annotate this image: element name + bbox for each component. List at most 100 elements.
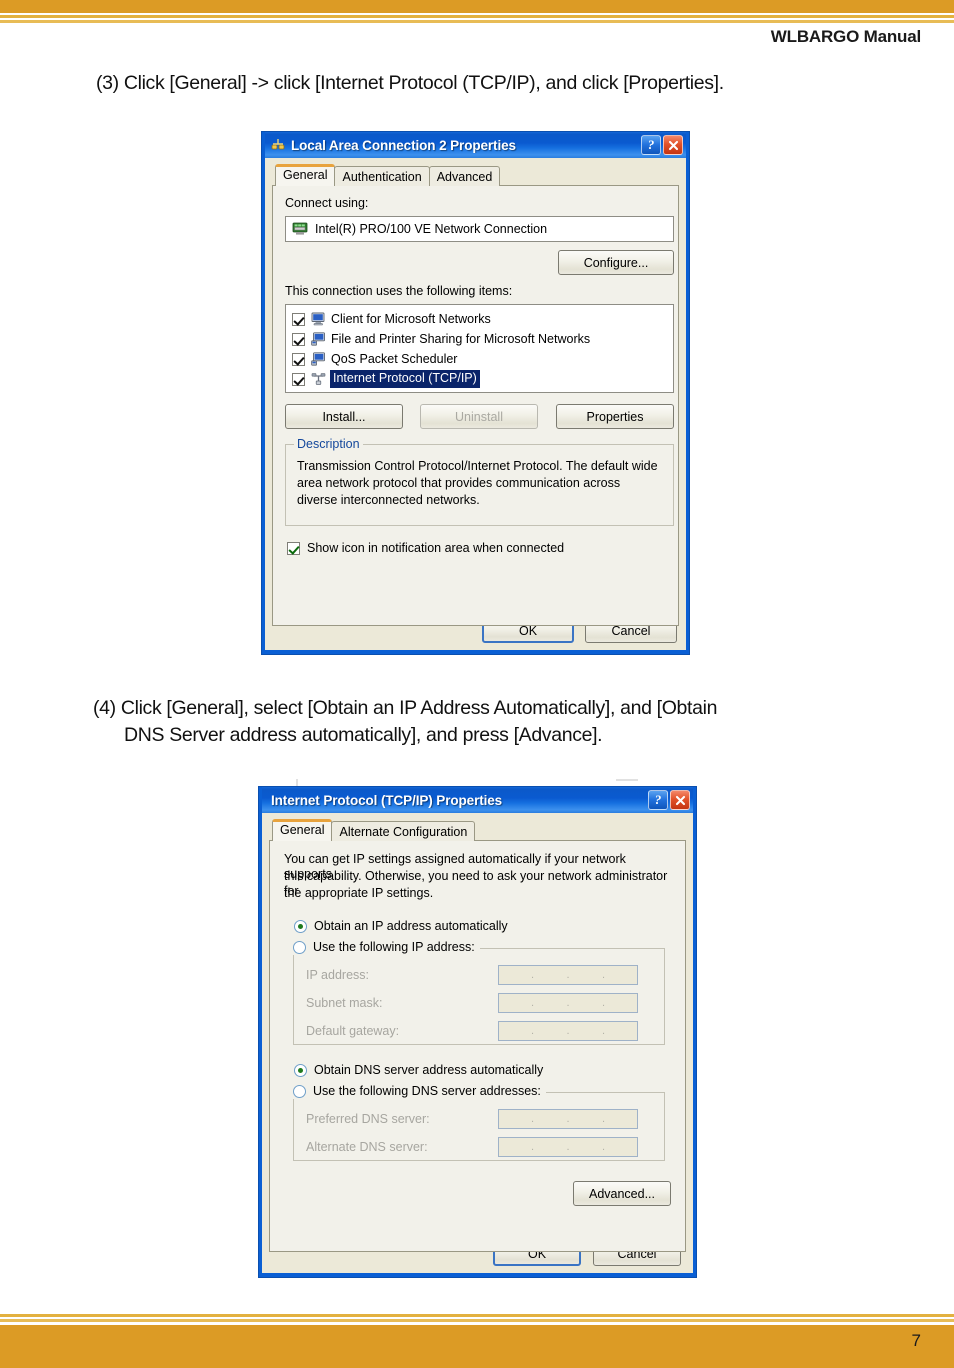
dialog-tcpip-title-buttons: ?	[648, 790, 690, 810]
dialog-internet-protocol-properties: Internet Protocol (TCP/IP) Properties ? …	[258, 786, 697, 1278]
list-item[interactable]: File and Printer Sharing for Microsoft N…	[289, 329, 670, 349]
ip-dot: .	[601, 1113, 606, 1125]
list-item[interactable]: Client for Microsoft Networks	[289, 309, 670, 329]
items-label: This connection uses the following items…	[285, 284, 513, 298]
advanced-button[interactable]: Advanced...	[573, 1181, 671, 1206]
radio-use-following-ip-row[interactable]: Use the following IP address:	[293, 940, 480, 955]
help-icon[interactable]: ?	[641, 135, 661, 155]
default-gateway-label: Default gateway:	[306, 1024, 400, 1038]
radio-obtain-ip-automatically[interactable]	[294, 920, 307, 933]
dialog-lac-general-panel: Connect using: Intel(R) PRO/100 VE Netwo…	[272, 185, 679, 626]
checkbox-qos-packet-scheduler[interactable]	[292, 352, 305, 366]
alternate-dns-label: Alternate DNS server:	[306, 1140, 428, 1154]
client-network-icon	[311, 312, 326, 326]
header-orange-band	[0, 0, 954, 13]
list-item-label: File and Printer Sharing for Microsoft N…	[331, 331, 591, 346]
list-item-label: Internet Protocol (TCP/IP)	[330, 370, 480, 388]
configure-button[interactable]: Configure...	[558, 250, 674, 275]
close-icon[interactable]	[670, 790, 690, 810]
install-button[interactable]: Install...	[285, 404, 403, 429]
footer-rule-lower	[0, 1319, 954, 1322]
radio-obtain-ip-automatically-row[interactable]: Obtain an IP address automatically	[294, 919, 508, 934]
dialog-tcpip-body: General Alternate Configuration You can …	[262, 813, 693, 1273]
subnet-mask-input: . . .	[498, 993, 638, 1013]
list-item-label: Client for Microsoft Networks	[331, 311, 491, 326]
radio-obtain-dns-automatically-row[interactable]: Obtain DNS server address automatically	[294, 1063, 543, 1078]
description-title: Description	[294, 437, 363, 451]
page-header-title: WLBARGO Manual	[770, 27, 921, 46]
preferred-dns-label: Preferred DNS server:	[306, 1112, 430, 1126]
ip-dot: .	[601, 1141, 606, 1153]
uninstall-button: Uninstall	[420, 404, 538, 429]
dialog-tcpip-tabstrip: General Alternate Configuration	[269, 819, 686, 841]
checkbox-file-and-printer-sharing[interactable]	[292, 332, 305, 346]
qos-scheduler-icon	[311, 352, 326, 366]
page-number: 7	[911, 1331, 921, 1350]
adapter-name: Intel(R) PRO/100 VE Network Connection	[315, 221, 548, 236]
ip-address-label: IP address:	[306, 968, 370, 982]
tab-general[interactable]: General	[275, 164, 336, 186]
tab-alternate-configuration[interactable]: Alternate Configuration	[331, 821, 476, 841]
footer-orange-band	[0, 1325, 954, 1368]
tab-general[interactable]: General	[272, 819, 333, 841]
header-rule-upper	[0, 15, 954, 18]
ip-dot: .	[566, 997, 570, 1009]
ip-dot: .	[566, 1113, 570, 1125]
ip-dot: .	[601, 997, 606, 1009]
protocol-icon	[311, 372, 326, 386]
list-item-selected[interactable]: Internet Protocol (TCP/IP)	[289, 369, 670, 389]
ip-dot: .	[566, 1025, 570, 1037]
radio-obtain-dns-automatically-label: Obtain DNS server address automatically	[314, 1063, 544, 1077]
ip-dot: .	[530, 969, 535, 981]
show-icon-notification-row[interactable]: Show icon in notification area when conn…	[287, 541, 564, 556]
ip-address-input: . . .	[498, 965, 638, 985]
list-item[interactable]: QoS Packet Scheduler	[289, 349, 670, 369]
alternate-dns-input: . . .	[498, 1137, 638, 1157]
close-icon[interactable]	[663, 135, 683, 155]
dialog-lac-tabstrip: General Authentication Advanced	[272, 164, 679, 186]
list-item-label: QoS Packet Scheduler	[331, 351, 458, 366]
dialog-lac-body: General Authentication Advanced Connect …	[265, 158, 686, 650]
help-icon[interactable]: ?	[648, 790, 668, 810]
instruction-step-4-line1: (4) Click [General], select [Obtain an I…	[93, 697, 718, 719]
tab-authentication[interactable]: Authentication	[334, 166, 430, 186]
dialog-tcpip-title: Internet Protocol (TCP/IP) Properties	[271, 792, 503, 808]
tab-advanced[interactable]: Advanced	[428, 166, 501, 186]
ip-dot: .	[566, 969, 570, 981]
radio-use-following-dns-row[interactable]: Use the following DNS server addresses:	[293, 1084, 546, 1099]
network-items-list[interactable]: Client for Microsoft Networks File and P…	[285, 304, 674, 393]
dialog-tcpip-titlebar[interactable]: Internet Protocol (TCP/IP) Properties ?	[262, 787, 693, 813]
use-following-dns-groupbox: Use the following DNS server addresses: …	[293, 1084, 665, 1161]
network-connection-icon	[270, 137, 286, 153]
radio-use-following-dns[interactable]	[293, 1085, 306, 1098]
preferred-dns-input: . . .	[498, 1109, 638, 1129]
ip-dot: .	[566, 1141, 570, 1153]
description-text: Transmission Control Protocol/Internet P…	[297, 459, 658, 507]
file-printer-sharing-icon	[311, 332, 326, 346]
radio-use-following-ip-label: Use the following IP address:	[313, 940, 475, 954]
dialog-tcpip-general-panel: You can get IP settings assigned automat…	[269, 840, 686, 1252]
radio-obtain-dns-automatically[interactable]	[294, 1064, 307, 1077]
network-adapter-icon	[292, 222, 308, 236]
connect-using-label: Connect using:	[285, 196, 369, 210]
subnet-mask-label: Subnet mask:	[306, 996, 383, 1010]
checkbox-show-icon-notification[interactable]	[287, 542, 300, 555]
dialog-lac-title-buttons: ?	[641, 135, 683, 155]
radio-use-following-dns-label: Use the following DNS server addresses:	[313, 1084, 541, 1098]
scan-artifact	[616, 779, 638, 781]
ip-dot: .	[530, 997, 535, 1009]
checkbox-client-for-microsoft-networks[interactable]	[292, 312, 305, 326]
description-groupbox: Description Transmission Control Protoco…	[285, 437, 674, 526]
header-rule-lower	[0, 20, 954, 23]
radio-use-following-ip[interactable]	[293, 941, 306, 954]
adapter-field[interactable]: Intel(R) PRO/100 VE Network Connection	[285, 216, 674, 242]
properties-button[interactable]: Properties	[556, 404, 674, 429]
instruction-step-3: (3) Click [General] -> click [Internet P…	[96, 72, 724, 94]
instruction-step-4: (4) Click [General], select [Obtain an I…	[93, 695, 853, 749]
dialog-lac-titlebar[interactable]: Local Area Connection 2 Properties ?	[265, 132, 686, 158]
checkbox-internet-protocol-tcpip[interactable]	[292, 372, 305, 386]
ip-dot: .	[601, 1025, 606, 1037]
instruction-step-4-line2: DNS Server address automatically], and p…	[124, 724, 603, 746]
intro-line-3: the appropriate IP settings.	[284, 886, 434, 900]
dialog-local-area-connection-properties: Local Area Connection 2 Properties ? Gen…	[261, 131, 690, 655]
